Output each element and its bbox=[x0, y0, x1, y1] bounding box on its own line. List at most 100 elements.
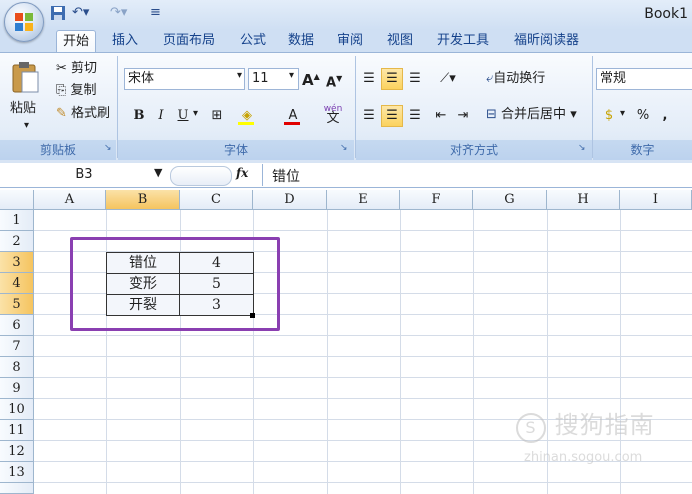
office-button[interactable] bbox=[4, 2, 44, 42]
column-header-b[interactable]: B bbox=[106, 190, 180, 210]
column-header-i[interactable]: I bbox=[620, 190, 692, 210]
column-header-a[interactable]: A bbox=[34, 190, 106, 210]
dialog-launcher-icon[interactable]: ↘ bbox=[104, 143, 112, 153]
increase-indent-icon[interactable]: ⇥ bbox=[452, 105, 474, 127]
row-header-7[interactable]: 7 bbox=[0, 336, 34, 357]
row-header-11[interactable]: 11 bbox=[0, 420, 34, 441]
cut-button[interactable]: ✂ 剪切 bbox=[56, 60, 97, 78]
decrease-indent-icon[interactable]: ⇤ bbox=[430, 105, 452, 127]
tab-view[interactable]: 视图 bbox=[381, 30, 419, 52]
gridline bbox=[34, 398, 692, 399]
copy-button[interactable]: ⎘ 复制 bbox=[56, 82, 97, 100]
insert-function-button[interactable]: fx bbox=[236, 166, 248, 180]
tab-home[interactable]: 开始 bbox=[56, 30, 97, 53]
currency-icon[interactable]: $ bbox=[598, 105, 620, 127]
chevron-down-icon[interactable]: ▾ bbox=[193, 108, 198, 119]
formula-input[interactable]: 错位 bbox=[272, 166, 300, 186]
row-header-4[interactable]: 4 bbox=[0, 273, 34, 294]
column-header-g[interactable]: G bbox=[473, 190, 547, 210]
name-box[interactable]: B3 bbox=[0, 166, 168, 184]
gridline bbox=[34, 335, 692, 336]
copy-icon: ⎘ bbox=[56, 83, 67, 98]
align-center-icon[interactable]: ☰ bbox=[381, 105, 403, 127]
merge-center-button[interactable]: ⊟ 合并后居中 ▾ bbox=[486, 106, 577, 124]
dialog-launcher-icon[interactable]: ↘ bbox=[340, 143, 348, 153]
dialog-launcher-icon[interactable]: ↘ bbox=[578, 143, 586, 153]
column-header-f[interactable]: F bbox=[400, 190, 473, 210]
row-header-9[interactable]: 9 bbox=[0, 378, 34, 399]
row-header-12[interactable]: 12 bbox=[0, 441, 34, 462]
align-middle-icon[interactable]: ☰ bbox=[381, 68, 403, 90]
tab-review[interactable]: 审阅 bbox=[331, 30, 369, 52]
gridline bbox=[400, 210, 401, 494]
format-painter-button[interactable]: ✎ 格式刷 bbox=[56, 105, 110, 123]
chevron-down-icon[interactable]: ▾ bbox=[289, 70, 294, 81]
group-label-alignment: 对齐方式 bbox=[356, 140, 592, 160]
font-name-select[interactable]: 宋体 bbox=[124, 68, 245, 90]
tab-formulas[interactable]: 公式 bbox=[234, 30, 272, 52]
group-label-number: 数字 bbox=[593, 140, 692, 160]
chevron-down-icon[interactable]: ▼ bbox=[154, 166, 162, 179]
merge-icon: ⊟ bbox=[486, 107, 497, 122]
comma-button[interactable]: , bbox=[654, 105, 676, 127]
chevron-down-icon[interactable]: ▾ bbox=[620, 108, 625, 119]
tab-data[interactable]: 数据 bbox=[282, 30, 320, 52]
number-format-select[interactable]: 常规 bbox=[596, 68, 692, 90]
customize-qat-button[interactable]: ≡ bbox=[150, 4, 162, 22]
row-header-6[interactable]: 6 bbox=[0, 315, 34, 336]
row-header-8[interactable]: 8 bbox=[0, 357, 34, 378]
paste-icon[interactable] bbox=[10, 60, 40, 94]
group-label-font: 字体 bbox=[118, 140, 354, 160]
underline-button[interactable]: U bbox=[172, 105, 194, 127]
redo-icon[interactable]: ↷▾ bbox=[110, 4, 134, 22]
borders-icon[interactable]: ⊞ bbox=[206, 105, 228, 127]
phonetic-guide-button[interactable]: wén 文 bbox=[318, 104, 348, 126]
percent-button[interactable]: % bbox=[632, 105, 654, 127]
window-title: Book1 bbox=[644, 6, 688, 22]
font-color-swatch bbox=[284, 122, 300, 125]
grow-font-button[interactable]: A▲ bbox=[302, 68, 320, 89]
align-right-icon[interactable]: ☰ bbox=[404, 105, 426, 127]
divider bbox=[262, 164, 263, 186]
row-header-5[interactable]: 5 bbox=[0, 294, 34, 315]
column-header-d[interactable]: D bbox=[253, 190, 327, 210]
orientation-icon[interactable]: ⟋▾ bbox=[430, 68, 466, 90]
align-bottom-icon[interactable]: ☰ bbox=[404, 68, 426, 90]
gridline bbox=[34, 356, 692, 357]
wrap-text-button[interactable]: ⤶自动换行 bbox=[486, 70, 545, 88]
row-header-10[interactable]: 10 bbox=[0, 399, 34, 420]
column-header-e[interactable]: E bbox=[327, 190, 400, 210]
row-header-1[interactable]: 1 bbox=[0, 210, 34, 231]
row-header-3[interactable]: 3 bbox=[0, 252, 34, 273]
tab-developer[interactable]: 开发工具 bbox=[431, 30, 495, 52]
brush-icon: ✎ bbox=[56, 106, 67, 121]
paste-dropdown-icon[interactable]: ▾ bbox=[24, 117, 29, 135]
group-label-clipboard: 剪贴板 bbox=[0, 140, 116, 160]
row-header-14[interactable] bbox=[0, 483, 34, 494]
tab-insert[interactable]: 插入 bbox=[106, 30, 144, 52]
column-header-c[interactable]: C bbox=[180, 190, 253, 210]
save-icon[interactable] bbox=[50, 4, 68, 22]
align-left-icon[interactable]: ☰ bbox=[358, 105, 380, 127]
bold-button[interactable]: B bbox=[128, 105, 150, 127]
align-top-icon[interactable]: ☰ bbox=[358, 68, 380, 90]
scissors-icon: ✂ bbox=[56, 61, 67, 76]
select-all-corner[interactable] bbox=[0, 190, 34, 210]
phonetic-icon: 文 bbox=[326, 111, 340, 126]
title-bar bbox=[0, 0, 692, 30]
tab-foxit-reader[interactable]: 福昕阅读器 bbox=[508, 30, 585, 52]
row-header-13[interactable]: 13 bbox=[0, 462, 34, 483]
formula-bar-divider-handle[interactable] bbox=[170, 166, 232, 186]
column-header-h[interactable]: H bbox=[547, 190, 620, 210]
italic-button[interactable]: I bbox=[150, 105, 172, 127]
gridline bbox=[34, 377, 692, 378]
shrink-font-button[interactable]: A▼ bbox=[326, 70, 342, 92]
paste-button[interactable]: 粘贴 bbox=[10, 100, 36, 118]
undo-icon[interactable]: ↶▾ bbox=[72, 4, 92, 22]
gridline bbox=[34, 230, 692, 231]
row-header-2[interactable]: 2 bbox=[0, 231, 34, 252]
gridline bbox=[327, 210, 328, 494]
watermark-url: zhinan.sogou.com bbox=[524, 450, 643, 465]
tab-page-layout[interactable]: 页面布局 bbox=[157, 30, 221, 52]
chevron-down-icon[interactable]: ▾ bbox=[237, 70, 242, 81]
